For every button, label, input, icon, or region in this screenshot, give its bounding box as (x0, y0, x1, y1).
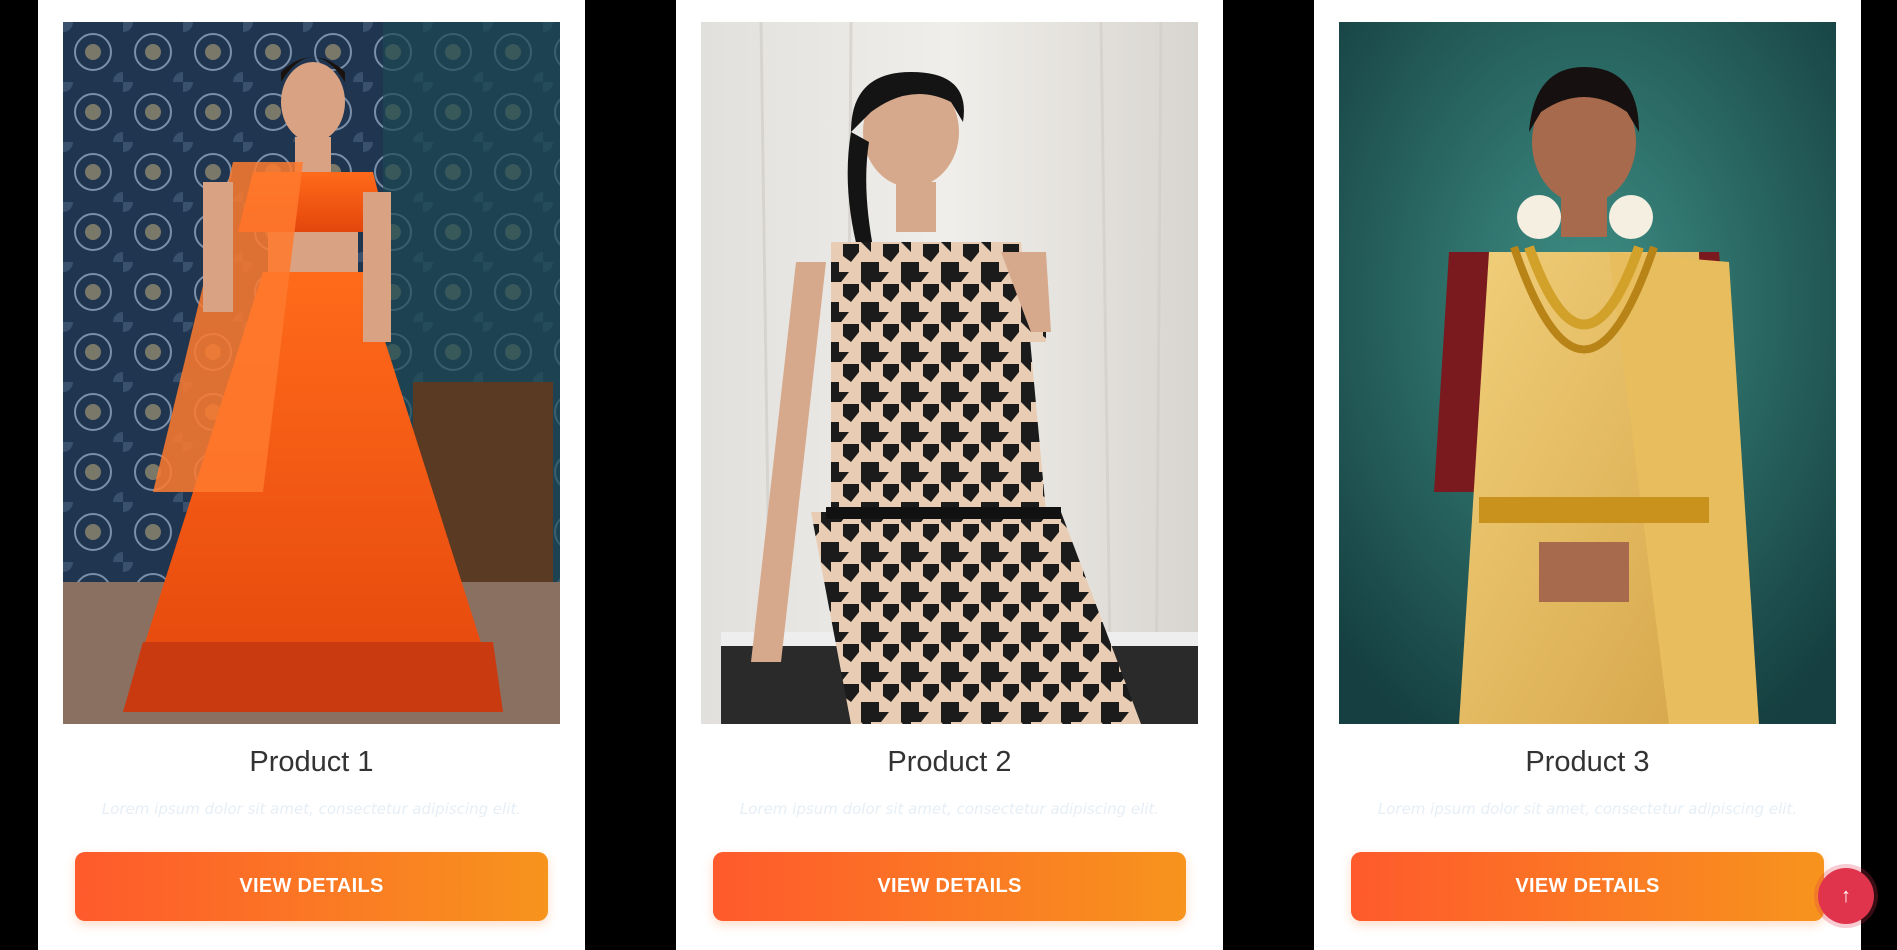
view-details-button[interactable]: VIEW DETAILS (75, 852, 548, 921)
product-title: Product 3 (1525, 746, 1650, 778)
product-description: Lorem ipsum dolor sit amet, consectetur … (101, 800, 522, 818)
product-image[interactable] (701, 22, 1198, 724)
product-description: Lorem ipsum dolor sit amet, consectetur … (739, 800, 1160, 818)
product-description: Lorem ipsum dolor sit amet, consectetur … (1377, 800, 1798, 818)
view-details-button[interactable]: VIEW DETAILS (713, 852, 1186, 921)
product-image[interactable] (63, 22, 560, 724)
product-grid: Product 1 Lorem ipsum dolor sit amet, co… (0, 0, 1897, 950)
scroll-to-top-button[interactable]: ↑ (1818, 868, 1874, 924)
product-card: Product 3 Lorem ipsum dolor sit amet, co… (1314, 0, 1861, 950)
product-title: Product 1 (249, 746, 374, 778)
product-card: Product 1 Lorem ipsum dolor sit amet, co… (38, 0, 585, 950)
product-title: Product 2 (887, 746, 1012, 778)
product-card: Product 2 Lorem ipsum dolor sit amet, co… (676, 0, 1223, 950)
product-image[interactable] (1339, 22, 1836, 724)
view-details-button[interactable]: VIEW DETAILS (1351, 852, 1824, 921)
arrow-up-icon: ↑ (1841, 884, 1851, 907)
